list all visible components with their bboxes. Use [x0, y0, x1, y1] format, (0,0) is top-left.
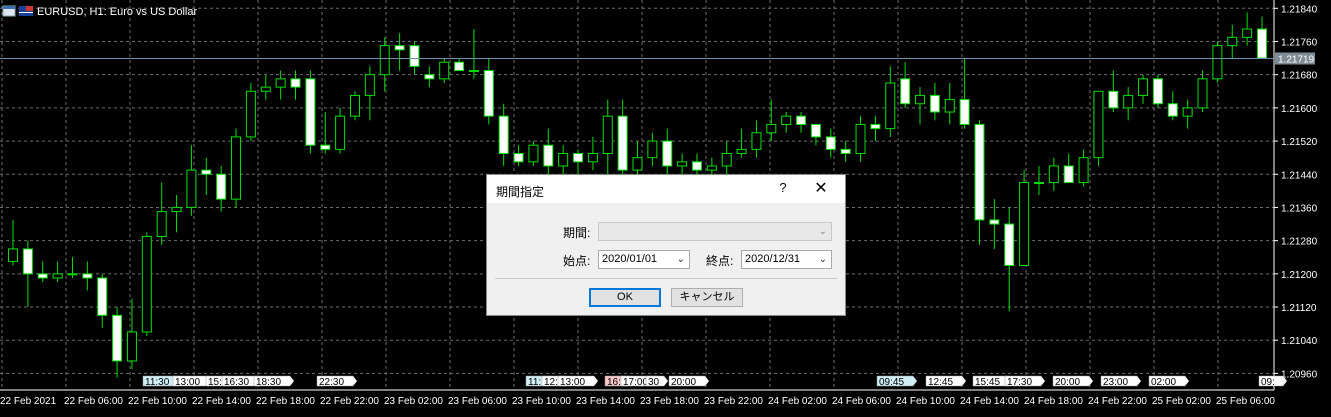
- svg-text:02:00: 02:00: [1151, 377, 1176, 388]
- svg-text:12:45: 12:45: [928, 377, 953, 388]
- end-date-picker[interactable]: 2020/12/31 ⌄: [741, 250, 832, 269]
- svg-text:15:: 15:: [208, 377, 222, 388]
- svg-text:17:30: 17:30: [1007, 377, 1032, 388]
- candle: [528, 141, 539, 166]
- svg-text:20:00: 20:00: [1055, 377, 1080, 388]
- event-marker[interactable]: 09:45: [876, 375, 918, 388]
- event-marker[interactable]: 20:00: [668, 375, 710, 388]
- time-label: 24 Feb 18:00: [1024, 396, 1083, 407]
- svg-text:22:30: 22:30: [319, 377, 344, 388]
- time-label: 24 Feb 02:00: [768, 396, 827, 407]
- candle: [1093, 90, 1104, 166]
- end-label: 終点:: [706, 254, 734, 268]
- ok-button[interactable]: OK: [589, 288, 661, 307]
- candle: [1019, 170, 1030, 267]
- time-label: 23 Feb 06:00: [448, 396, 507, 407]
- window-icon: [2, 5, 16, 17]
- time-label: 22 Feb 22:00: [320, 396, 379, 407]
- event-marker[interactable]: 23:00: [1100, 375, 1142, 388]
- time-label: 25 Feb 06:00: [1216, 396, 1275, 407]
- symbol-title: EURUSD, H1: Euro vs US Dollar: [37, 6, 197, 18]
- candle: [1152, 74, 1163, 108]
- start-label: 始点:: [563, 254, 591, 268]
- svg-text:18:30: 18:30: [256, 377, 281, 388]
- event-marker[interactable]: 09:: [1258, 375, 1288, 388]
- current-price-label: 1.21719: [1278, 55, 1315, 66]
- event-marker[interactable]: 13:00: [557, 375, 599, 388]
- time-label: 22 Feb 10:00: [128, 396, 187, 407]
- price-label: 1.21600: [1281, 104, 1318, 115]
- candle: [439, 58, 450, 83]
- candle: [245, 82, 256, 142]
- svg-text:16:30: 16:30: [224, 377, 249, 388]
- price-label: 1.21200: [1281, 270, 1318, 281]
- start-date-value: 2020/01/01: [602, 253, 658, 265]
- end-date-value: 2020/12/31: [745, 253, 801, 265]
- svg-text:09:: 09:: [1261, 377, 1275, 388]
- period-select[interactable]: ⌄: [598, 222, 832, 241]
- period-dialog: 期間指定 ? ✕ 期間: ⌄ 始点: 2020/01/01 ⌄ 終点: 2020…: [486, 174, 846, 316]
- cancel-button[interactable]: キャンセル: [671, 288, 743, 307]
- svg-text:09:45: 09:45: [879, 377, 904, 388]
- flag-icon: [19, 6, 33, 16]
- time-label: 23 Feb 02:00: [384, 396, 443, 407]
- event-marker[interactable]: 12:45: [925, 375, 967, 388]
- price-label: 1.21440: [1281, 170, 1318, 181]
- event-marker[interactable]: 18:30: [253, 375, 295, 388]
- candle: [231, 128, 242, 208]
- time-label: 25 Feb 02:00: [1152, 396, 1211, 407]
- event-marker[interactable]: 17:30: [1004, 375, 1046, 388]
- svg-text:16:: 16:: [607, 377, 621, 388]
- dialog-separator: [495, 278, 837, 279]
- candle: [1212, 41, 1223, 83]
- period-label: 期間:: [563, 226, 591, 240]
- svg-text:12:: 12:: [544, 377, 558, 388]
- svg-text:15:45: 15:45: [975, 377, 1000, 388]
- time-label: 22 Feb 18:00: [256, 396, 315, 407]
- svg-text:23:00: 23:00: [1103, 377, 1128, 388]
- chevron-down-icon: ⌄: [676, 254, 685, 265]
- event-marker[interactable]: 20:00: [1052, 375, 1094, 388]
- svg-text:13:00: 13:00: [560, 377, 585, 388]
- time-label: 23 Feb 10:00: [512, 396, 571, 407]
- time-label: 24 Feb 10:00: [896, 396, 955, 407]
- price-label: 1.21280: [1281, 237, 1318, 248]
- price-label: 1.21760: [1281, 37, 1318, 48]
- time-label: 23 Feb 18:00: [640, 396, 699, 407]
- price-label: 1.20960: [1281, 369, 1318, 380]
- time-label: 24 Feb 22:00: [1088, 396, 1147, 407]
- price-label: 1.21120: [1281, 303, 1317, 314]
- svg-text:17:00: 17:00: [623, 377, 648, 388]
- dialog-titlebar: 期間指定 ? ✕: [487, 175, 845, 203]
- time-label: 22 Feb 2021: [0, 396, 57, 407]
- price-label: 1.21520: [1281, 137, 1318, 148]
- time-label: 24 Feb 06:00: [832, 396, 891, 407]
- price-label: 1.21360: [1281, 203, 1318, 214]
- svg-text:11:: 11:: [528, 377, 541, 388]
- svg-text:13:00: 13:00: [175, 377, 200, 388]
- svg-text:30: 30: [648, 377, 660, 388]
- chevron-down-icon: ⌄: [818, 254, 827, 265]
- time-label: 22 Feb 14:00: [192, 396, 251, 407]
- price-label: 1.21680: [1281, 71, 1318, 82]
- help-button[interactable]: ?: [773, 180, 793, 198]
- price-label: 1.21840: [1281, 4, 1318, 15]
- event-marker[interactable]: 22:30: [316, 375, 358, 388]
- candle: [349, 91, 360, 121]
- svg-text:20:00: 20:00: [671, 377, 696, 388]
- time-label: 23 Feb 14:00: [576, 396, 635, 407]
- close-icon[interactable]: ✕: [809, 178, 833, 200]
- time-label: 23 Feb 22:00: [704, 396, 763, 407]
- price-label: 1.21040: [1281, 336, 1318, 347]
- chevron-down-icon: ⌄: [818, 226, 827, 237]
- candle: [305, 70, 316, 154]
- start-date-picker[interactable]: 2020/01/01 ⌄: [598, 250, 690, 269]
- event-marker[interactable]: 02:00: [1148, 375, 1190, 388]
- time-label: 22 Feb 06:00: [64, 396, 123, 407]
- dialog-title: 期間指定: [496, 185, 545, 199]
- svg-text:11:30: 11:30: [145, 377, 170, 388]
- time-label: 24 Feb 14:00: [960, 396, 1019, 407]
- candle: [141, 232, 152, 337]
